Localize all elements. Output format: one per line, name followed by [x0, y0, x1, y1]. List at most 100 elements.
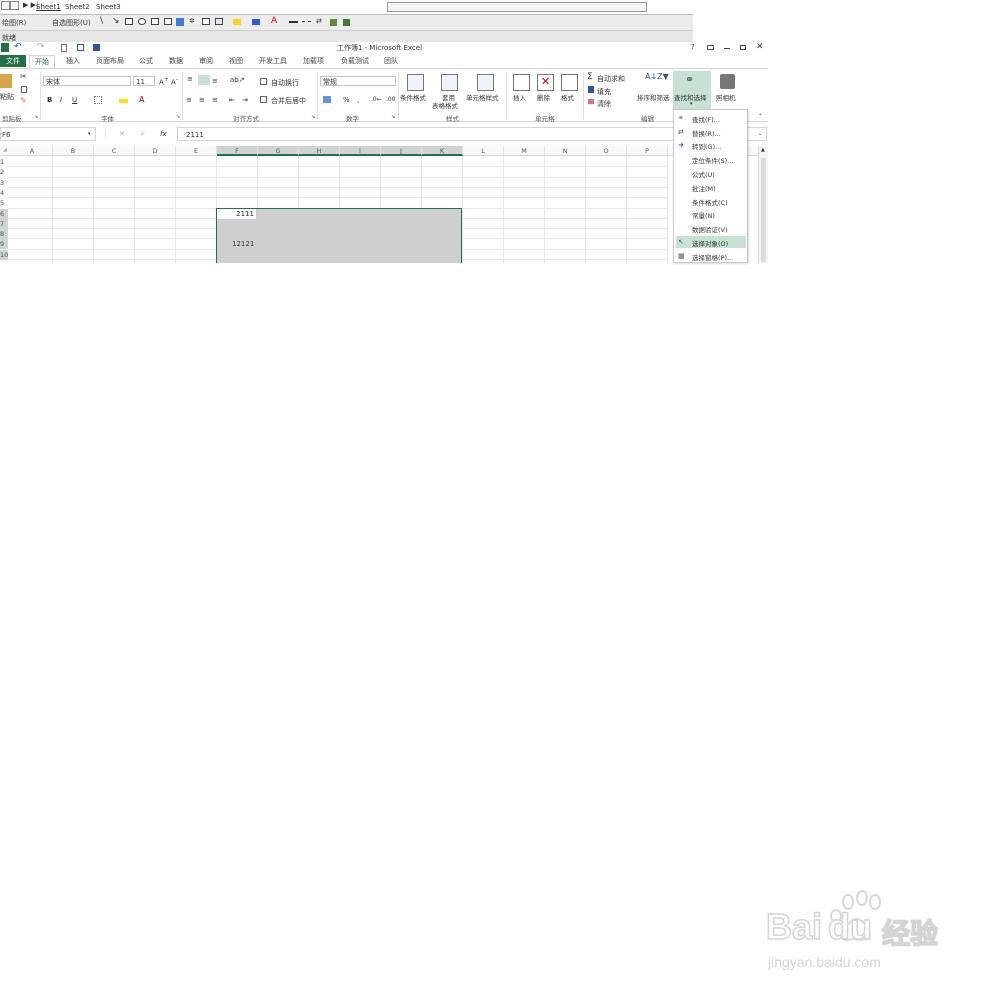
first-sheet-button[interactable]: [1, 1, 10, 10]
font-name-select[interactable]: 宋体: [43, 76, 131, 86]
menu-item[interactable]: 定位条件(S)...: [692, 155, 733, 165]
cancel-icon[interactable]: ✕: [119, 130, 125, 138]
wordart-icon[interactable]: [176, 18, 184, 26]
font-launcher-icon[interactable]: ↘: [176, 114, 180, 120]
font-color-icon[interactable]: A: [139, 95, 144, 104]
row-header[interactable]: 9: [0, 239, 8, 250]
orientation-icon[interactable]: ab↗: [230, 76, 245, 84]
tab-insert[interactable]: 插入: [66, 56, 80, 66]
tab-page-layout[interactable]: 页面布局: [96, 56, 124, 66]
increase-indent-icon[interactable]: ⇥: [242, 96, 248, 104]
merge-center-button[interactable]: 合并后居中: [271, 96, 306, 106]
cell-styles-icon[interactable]: [477, 74, 494, 91]
column-header[interactable]: P: [627, 146, 668, 156]
align-bottom-icon[interactable]: ≡: [212, 77, 218, 85]
decrease-indent-icon[interactable]: ⇤: [229, 96, 235, 104]
new-file-icon[interactable]: [61, 44, 67, 52]
tab-team[interactable]: 团队: [384, 56, 398, 66]
menu-item[interactable]: 公式(U): [692, 169, 715, 179]
delete-cells-icon[interactable]: ✕: [537, 74, 554, 91]
font-color-icon[interactable]: A: [271, 16, 277, 26]
close-icon[interactable]: ✕: [756, 42, 764, 52]
delete-cells-button[interactable]: 删除: [537, 92, 550, 102]
align-left-icon[interactable]: ≡: [186, 96, 192, 104]
vertical-scrollbar[interactable]: ▲: [758, 146, 768, 263]
tab-home[interactable]: 开始: [29, 55, 55, 68]
wrap-text-icon[interactable]: [260, 78, 267, 85]
format-as-table-label-2[interactable]: 表格格式: [432, 100, 458, 110]
row-header[interactable]: 6: [0, 208, 8, 219]
rectangle-icon[interactable]: [125, 18, 133, 25]
number-launcher-icon[interactable]: ↘: [391, 114, 395, 120]
align-right-icon[interactable]: ≡: [212, 96, 218, 104]
touch-mode-icon[interactable]: [93, 44, 100, 51]
column-header[interactable]: M: [504, 146, 545, 156]
clipboard-launcher-icon[interactable]: ↘: [34, 114, 38, 120]
scrollbar-thumb[interactable]: [761, 158, 766, 262]
menu-item[interactable]: 替换(R)...: [692, 128, 721, 138]
line-color-icon[interactable]: [252, 19, 260, 25]
legacy-sheet-tab-1[interactable]: Sheet1: [36, 3, 61, 11]
select-all-icon[interactable]: ◢: [3, 147, 7, 153]
menu-item[interactable]: 数据验证(V): [692, 224, 728, 234]
number-format-select[interactable]: 常规: [320, 76, 396, 86]
clear-button[interactable]: 清除: [597, 99, 611, 109]
column-header[interactable]: I: [340, 146, 381, 156]
alignment-launcher-icon[interactable]: ↘: [311, 114, 315, 120]
column-header[interactable]: B: [53, 146, 94, 156]
active-cell-f6[interactable]: 2111: [217, 209, 257, 219]
more-options-icon[interactable]: ⋮: [102, 130, 109, 138]
legacy-draw-menu[interactable]: 绘图(R): [2, 18, 26, 28]
column-header[interactable]: H: [299, 146, 340, 156]
menu-item[interactable]: 选择窗格(P)...: [692, 252, 733, 262]
column-header[interactable]: L: [463, 146, 504, 156]
menu-item[interactable]: 查找(F)...: [692, 114, 720, 124]
autosum-icon[interactable]: Σ: [587, 72, 593, 82]
collapse-ribbon-icon[interactable]: ⌃: [758, 113, 763, 120]
restore-icon[interactable]: [740, 45, 746, 50]
column-header[interactable]: F: [217, 146, 258, 156]
tab-view[interactable]: 视图: [229, 56, 243, 66]
increase-font-icon[interactable]: A+: [159, 77, 169, 86]
insert-cells-icon[interactable]: [513, 74, 530, 91]
camera-button[interactable]: 照相机: [716, 92, 736, 102]
fill-button[interactable]: 填充: [597, 87, 611, 97]
row-header[interactable]: 1: [0, 157, 8, 167]
arrow-style-icon[interactable]: ⇄: [316, 17, 322, 25]
row-header[interactable]: 8: [0, 229, 8, 240]
redo-icon[interactable]: ↷: [37, 42, 45, 52]
menu-item[interactable]: 转到(G)...: [692, 141, 721, 151]
column-header[interactable]: J: [381, 146, 422, 156]
currency-icon[interactable]: [323, 96, 331, 103]
highlight-color-icon[interactable]: [119, 99, 128, 103]
column-header[interactable]: D: [135, 146, 176, 156]
legacy-sheet-tab-2[interactable]: Sheet2: [65, 3, 90, 11]
row-header[interactable]: 5: [0, 198, 8, 208]
ribbon-display-icon[interactable]: [707, 45, 714, 50]
format-painter-icon[interactable]: ✎: [20, 96, 27, 105]
legacy-autoshape-menu[interactable]: 自选图形(U): [52, 18, 91, 28]
name-box[interactable]: F6 ▾: [0, 127, 96, 141]
sort-filter-button[interactable]: 排序和筛选: [637, 92, 670, 102]
tab-formulas[interactable]: 公式: [139, 56, 153, 66]
menu-item[interactable]: 批注(M): [692, 183, 716, 193]
picture-icon[interactable]: [215, 18, 223, 25]
tab-addins[interactable]: 加载项: [303, 56, 324, 66]
fill-color-icon[interactable]: [233, 19, 241, 25]
increase-decimal-icon[interactable]: .0←: [371, 96, 382, 103]
textbox-icon[interactable]: [151, 18, 159, 25]
row-header[interactable]: 2: [0, 167, 8, 177]
conditional-format-button[interactable]: 条件格式: [400, 92, 426, 102]
column-header[interactable]: K: [422, 146, 463, 156]
legacy-sheet-tab-3[interactable]: Sheet3: [96, 3, 121, 11]
3d-icon[interactable]: [343, 19, 350, 26]
cell-styles-button[interactable]: 单元格样式: [466, 92, 499, 102]
row-header[interactable]: 4: [0, 188, 8, 198]
dash-style-icon[interactable]: [302, 21, 311, 22]
row-header[interactable]: 3: [0, 178, 8, 188]
format-cells-icon[interactable]: [561, 74, 578, 91]
tab-review[interactable]: 审阅: [199, 56, 213, 66]
menu-item[interactable]: 选择对象(O): [692, 238, 728, 248]
tab-load-test[interactable]: 负载测试: [341, 56, 369, 66]
legacy-horizontal-scrollbar[interactable]: [387, 2, 647, 12]
